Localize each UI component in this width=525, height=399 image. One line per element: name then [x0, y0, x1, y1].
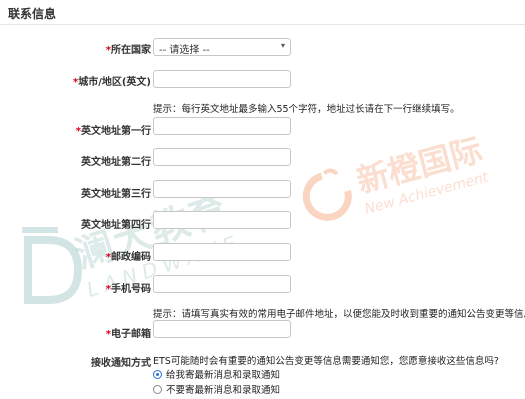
section-title: 联系信息 [8, 7, 57, 21]
address-line1-label: *英文地址第一行 [75, 126, 151, 137]
address-line4-label: 英文地址第四行 [81, 220, 151, 231]
city-input[interactable] [153, 70, 291, 88]
address-line3-input[interactable] [153, 180, 291, 198]
postal-code-label: *邮政编码 [105, 252, 151, 263]
divider [0, 24, 525, 25]
country-label: *所在国家 [105, 45, 151, 56]
address-line2-label: 英文地址第二行 [81, 157, 151, 168]
address-line3-label: 英文地址第三行 [81, 189, 151, 200]
address-hint: 提示：每行英文地址最多输入55个字符，地址过长请在下一行继续填写。 [153, 104, 460, 115]
notification-question: ETS可能随时会有重要的通知公告变更等信息需要通知您，您愿意接收这些信息吗? [153, 356, 499, 367]
address-line4-input[interactable] [153, 211, 291, 229]
new-achievement-cn: 新橙国际 [352, 130, 487, 201]
address-line2-input[interactable] [153, 148, 291, 166]
notification-option-yes[interactable]: 给我寄最新消息和录取通知 [153, 367, 280, 381]
address-line1-input[interactable] [153, 117, 291, 135]
postal-code-input[interactable] [153, 243, 291, 261]
city-label: *城市/地区(英文) [72, 77, 151, 88]
notification-option-yes-label: 给我寄最新消息和录取通知 [166, 370, 281, 381]
email-hint: 提示：请填写真实有效的常用电子邮件地址，以便您能及时收到重要的通知公告变更等信息… [153, 309, 525, 320]
email-label: *电子邮箱 [105, 329, 151, 340]
email-input[interactable] [153, 320, 291, 338]
radio-button[interactable] [153, 384, 162, 394]
chevron-down-icon: ▾ [280, 41, 285, 50]
new-achievement-en: New Achievement [363, 169, 491, 218]
country-select-value: -- 请选择 -- [159, 45, 210, 56]
orange-logo-icon [302, 168, 352, 221]
notification-label: 接收通知方式 [91, 358, 151, 369]
phone-label: *手机号码 [105, 284, 151, 295]
notification-option-no-label: 不要寄最新消息和录取通知 [166, 385, 281, 396]
notification-option-no[interactable]: 不要寄最新消息和录取通知 [153, 382, 280, 396]
new-achievement-watermark: 新橙国际 New Achievement [293, 125, 491, 234]
phone-input[interactable] [153, 275, 291, 293]
country-select[interactable]: -- 请选择 -- ▾ [153, 38, 291, 56]
radio-button-checked[interactable] [153, 369, 162, 379]
